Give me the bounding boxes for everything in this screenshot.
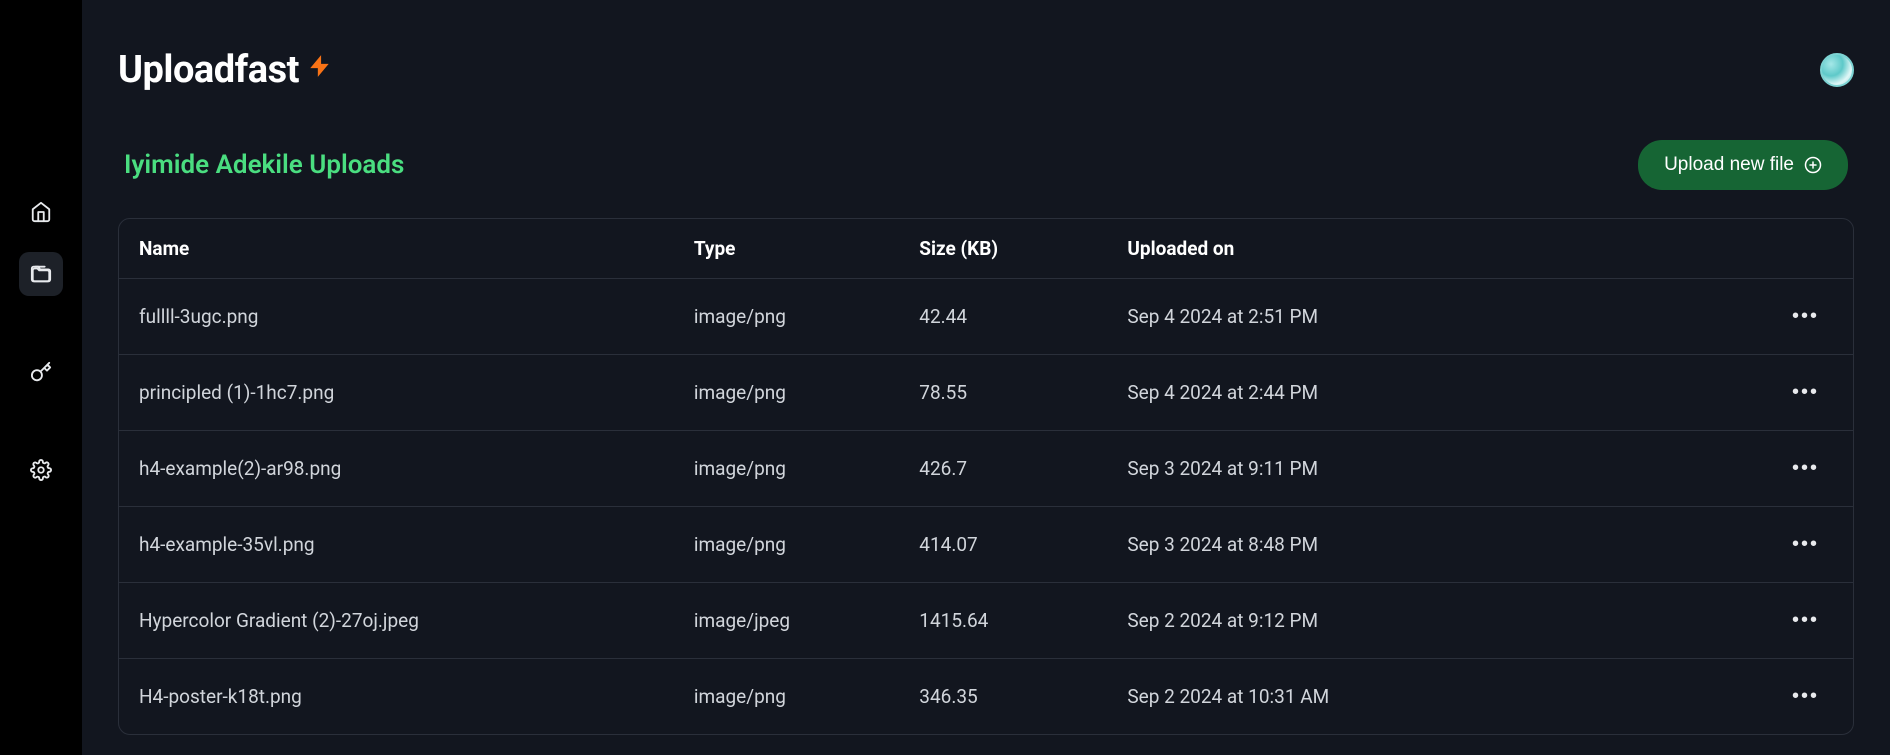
table-header-row: Name Type Size (KB) Uploaded on <box>119 219 1853 279</box>
cell-uploaded: Sep 4 2024 at 2:51 PM <box>1107 279 1714 355</box>
table-row[interactable]: h4-example-35vl.pngimage/png414.07Sep 3 … <box>119 507 1853 583</box>
cell-actions: ••• <box>1714 507 1853 583</box>
table-row[interactable]: h4-example(2)-ar98.pngimage/png426.7Sep … <box>119 431 1853 507</box>
cell-type: image/png <box>674 355 899 431</box>
cell-name: Hypercolor Gradient (2)-27oj.jpeg <box>119 583 674 659</box>
column-header-name: Name <box>119 219 674 279</box>
more-icon: ••• <box>1792 685 1819 707</box>
sidebar <box>0 0 82 755</box>
table-row[interactable]: fullll-3ugc.pngimage/png42.44Sep 4 2024 … <box>119 279 1853 355</box>
cell-type: image/png <box>674 431 899 507</box>
cell-name: h4-example(2)-ar98.png <box>119 431 674 507</box>
more-icon: ••• <box>1792 533 1819 555</box>
sidebar-item-settings[interactable] <box>19 448 63 492</box>
cell-type: image/png <box>674 659 899 735</box>
app-title-text: Uploadfast <box>118 48 299 92</box>
row-more-button[interactable]: ••• <box>1788 301 1823 332</box>
cell-actions: ••• <box>1714 583 1853 659</box>
cell-uploaded: Sep 3 2024 at 8:48 PM <box>1107 507 1714 583</box>
row-more-button[interactable]: ••• <box>1788 605 1823 636</box>
more-icon: ••• <box>1792 381 1819 403</box>
cell-name: H4-poster-k18t.png <box>119 659 674 735</box>
cell-uploaded: Sep 2 2024 at 9:12 PM <box>1107 583 1714 659</box>
cell-name: principled (1)-1hc7.png <box>119 355 674 431</box>
table-row[interactable]: principled (1)-1hc7.pngimage/png78.55Sep… <box>119 355 1853 431</box>
home-icon <box>30 201 52 223</box>
more-icon: ••• <box>1792 609 1819 631</box>
gear-icon <box>30 459 52 481</box>
cell-actions: ••• <box>1714 431 1853 507</box>
cell-uploaded: Sep 3 2024 at 9:11 PM <box>1107 431 1714 507</box>
table-row[interactable]: H4-poster-k18t.pngimage/png346.35Sep 2 2… <box>119 659 1853 735</box>
avatar[interactable] <box>1820 53 1854 87</box>
column-header-uploaded: Uploaded on <box>1107 219 1714 279</box>
row-more-button[interactable]: ••• <box>1788 529 1823 560</box>
more-icon: ••• <box>1792 305 1819 327</box>
subheader: Iyimide Adekile Uploads Upload new file <box>118 140 1854 190</box>
upload-button-label: Upload new file <box>1664 154 1794 176</box>
bolt-icon <box>307 50 333 90</box>
cell-uploaded: Sep 2 2024 at 10:31 AM <box>1107 659 1714 735</box>
more-icon: ••• <box>1792 457 1819 479</box>
cell-size: 42.44 <box>899 279 1107 355</box>
row-more-button[interactable]: ••• <box>1788 681 1823 712</box>
cell-size: 78.55 <box>899 355 1107 431</box>
cell-size: 414.07 <box>899 507 1107 583</box>
app-title: Uploadfast <box>118 48 333 92</box>
cell-size: 1415.64 <box>899 583 1107 659</box>
row-more-button[interactable]: ••• <box>1788 377 1823 408</box>
folder-icon <box>30 263 52 285</box>
main-content: Uploadfast Iyimide Adekile Uploads Uploa… <box>82 0 1890 755</box>
header: Uploadfast <box>118 48 1854 92</box>
cell-uploaded: Sep 4 2024 at 2:44 PM <box>1107 355 1714 431</box>
cell-name: fullll-3ugc.png <box>119 279 674 355</box>
cell-type: image/png <box>674 279 899 355</box>
cell-actions: ••• <box>1714 279 1853 355</box>
cell-actions: ••• <box>1714 355 1853 431</box>
key-icon <box>30 361 52 383</box>
page-title: Iyimide Adekile Uploads <box>124 150 404 180</box>
plus-circle-icon <box>1804 156 1822 174</box>
column-header-actions <box>1714 219 1853 279</box>
table-row[interactable]: Hypercolor Gradient (2)-27oj.jpegimage/j… <box>119 583 1853 659</box>
sidebar-item-keys[interactable] <box>19 350 63 394</box>
cell-size: 346.35 <box>899 659 1107 735</box>
cell-type: image/png <box>674 507 899 583</box>
cell-name: h4-example-35vl.png <box>119 507 674 583</box>
upload-button[interactable]: Upload new file <box>1638 140 1848 190</box>
cell-actions: ••• <box>1714 659 1853 735</box>
row-more-button[interactable]: ••• <box>1788 453 1823 484</box>
column-header-size: Size (KB) <box>899 219 1107 279</box>
uploads-table-container: Name Type Size (KB) Uploaded on fullll-3… <box>118 218 1854 735</box>
sidebar-item-files[interactable] <box>19 252 63 296</box>
cell-size: 426.7 <box>899 431 1107 507</box>
sidebar-item-home[interactable] <box>19 190 63 234</box>
uploads-table: Name Type Size (KB) Uploaded on fullll-3… <box>119 219 1853 734</box>
cell-type: image/jpeg <box>674 583 899 659</box>
column-header-type: Type <box>674 219 899 279</box>
